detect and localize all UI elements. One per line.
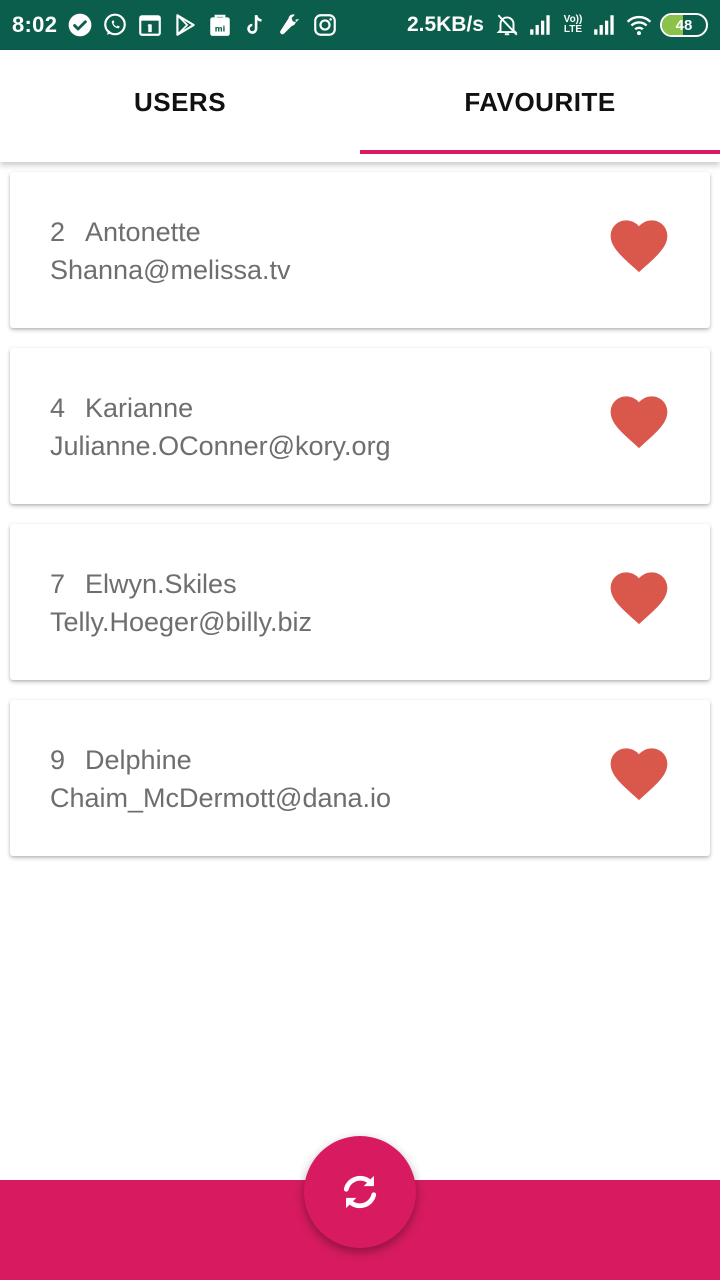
favourite-button[interactable] bbox=[604, 386, 674, 452]
battery-icon: 48 bbox=[660, 13, 708, 37]
notification-icons: mi bbox=[67, 12, 338, 38]
user-info: 7 Elwyn.Skiles Telly.Hoeger@billy.biz bbox=[50, 566, 312, 641]
wrench-icon bbox=[277, 12, 303, 38]
user-header: 9 Delphine bbox=[50, 742, 391, 778]
user-id: 7 bbox=[50, 568, 66, 599]
user-info: 2 Antonette Shanna@melissa.tv bbox=[50, 214, 291, 289]
refresh-button[interactable] bbox=[304, 1136, 416, 1248]
tab-users-label: USERS bbox=[133, 86, 227, 117]
user-name: Elwyn.Skiles bbox=[85, 568, 237, 599]
refresh-icon bbox=[343, 1175, 377, 1209]
signal-icon bbox=[528, 12, 554, 38]
calendar-icon bbox=[137, 12, 163, 38]
user-card[interactable]: 4 Karianne Julianne.OConner@kory.org bbox=[10, 348, 710, 504]
tab-users[interactable]: USERS bbox=[0, 50, 360, 162]
status-bar: 8:02 mi 2.5KB/s Vo)) LTE 48 bbox=[0, 0, 720, 50]
favourite-button[interactable] bbox=[604, 738, 674, 804]
heart-icon bbox=[610, 220, 668, 273]
status-time: 8:02 bbox=[12, 12, 58, 37]
favourite-button[interactable] bbox=[604, 562, 674, 628]
user-header: 4 Karianne bbox=[50, 390, 391, 426]
signal-icon bbox=[592, 12, 618, 38]
play-store-icon bbox=[172, 12, 198, 38]
svg-text:mi: mi bbox=[215, 25, 226, 34]
network-speed: 2.5KB/s bbox=[406, 13, 484, 36]
instagram-icon bbox=[312, 12, 338, 38]
mute-bell-icon bbox=[494, 12, 520, 38]
tab-bar: USERS FAVOURITE bbox=[0, 50, 720, 162]
user-email: Telly.Hoeger@billy.biz bbox=[50, 606, 312, 637]
tab-favourite-label: FAVOURITE bbox=[464, 86, 616, 117]
user-email: Shanna@melissa.tv bbox=[50, 254, 291, 285]
user-card[interactable]: 9 Delphine Chaim_McDermott@dana.io bbox=[10, 700, 710, 856]
heart-icon bbox=[610, 572, 668, 625]
wifi-icon bbox=[626, 12, 652, 38]
user-card[interactable]: 2 Antonette Shanna@melissa.tv bbox=[10, 172, 710, 328]
battery-level: 48 bbox=[675, 16, 693, 34]
tab-selected-indicator bbox=[360, 150, 720, 154]
user-info: 9 Delphine Chaim_McDermott@dana.io bbox=[50, 742, 391, 817]
user-name: Delphine bbox=[85, 744, 192, 775]
mi-store-icon: mi bbox=[207, 12, 233, 38]
user-email: Julianne.OConner@kory.org bbox=[50, 430, 391, 461]
check-circle-icon bbox=[67, 12, 93, 38]
system-status: 2.5KB/s Vo)) LTE 48 bbox=[407, 12, 708, 38]
tab-favourite[interactable]: FAVOURITE bbox=[360, 50, 720, 162]
tiktok-icon bbox=[242, 12, 268, 38]
user-id: 4 bbox=[50, 392, 66, 423]
user-card[interactable]: 7 Elwyn.Skiles Telly.Hoeger@billy.biz bbox=[10, 524, 710, 680]
user-id: 2 bbox=[50, 216, 66, 247]
user-name: Karianne bbox=[85, 392, 194, 423]
favourite-button[interactable] bbox=[604, 210, 674, 276]
user-email: Chaim_McDermott@dana.io bbox=[50, 782, 392, 813]
user-header: 7 Elwyn.Skiles bbox=[50, 566, 312, 602]
user-header: 2 Antonette bbox=[50, 214, 291, 250]
heart-icon bbox=[610, 396, 668, 449]
whatsapp-icon bbox=[102, 12, 128, 38]
heart-icon bbox=[610, 748, 668, 801]
lte-label: LTE bbox=[563, 24, 583, 35]
volte-indicator: Vo)) LTE bbox=[562, 15, 584, 35]
favourite-users-list: 2 Antonette Shanna@melissa.tv 4 Karianne… bbox=[10, 172, 710, 876]
user-id: 9 bbox=[50, 744, 66, 775]
user-info: 4 Karianne Julianne.OConner@kory.org bbox=[50, 390, 391, 465]
user-name: Antonette bbox=[85, 216, 201, 247]
